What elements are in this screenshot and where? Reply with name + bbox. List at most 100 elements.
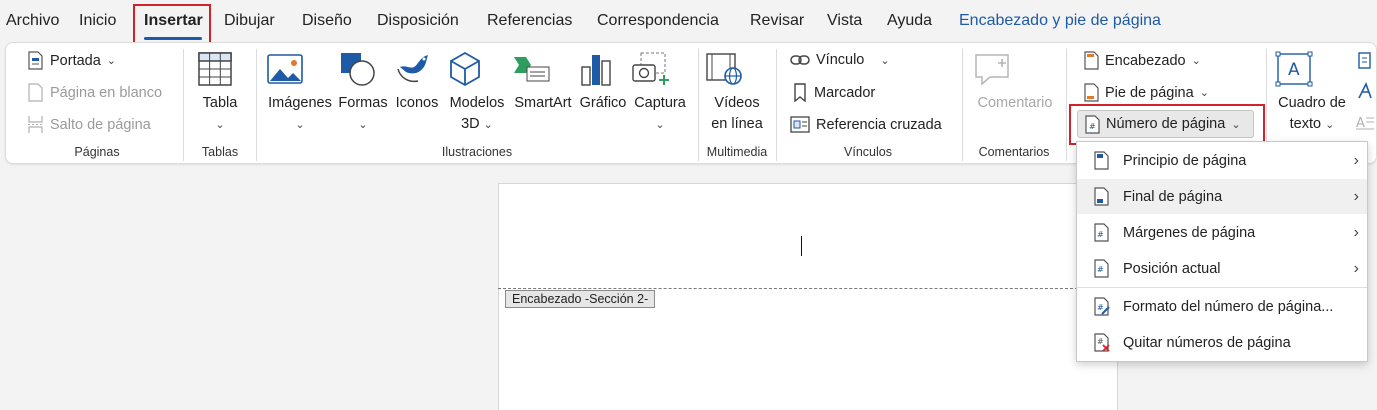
wordart-icon[interactable] [1356,81,1374,103]
menu-item-posicion-actual[interactable]: # Posición actual › [1077,251,1367,286]
menu-item-formato-numero-de-pagina[interactable]: # Formato del número de página... [1077,289,1367,324]
chevron-right-icon: › [1353,151,1359,169]
iconos-button[interactable]: Iconos [394,51,440,114]
formas-button[interactable]: Formas ⌄ [338,51,388,136]
svg-text:A: A [1288,60,1300,80]
page-margins-icon: # [1093,223,1109,245]
imagenes-button[interactable]: Imágenes ⌄ [266,51,334,136]
text-cursor [801,236,802,256]
chevron-down-icon: ⌄ [880,54,890,67]
portada-label: Portada [50,52,101,69]
salto-de-pagina-button[interactable]: Salto de página [27,115,151,134]
group-divider [776,49,777,161]
modelos-3d-button[interactable]: Modelos 3D ⌄ [446,51,508,136]
menu-item-margenes-de-pagina[interactable]: # Márgenes de página › [1077,215,1367,250]
image-icon [266,51,334,87]
group-label-ilustraciones: Ilustraciones [441,145,513,159]
header-icon [1083,51,1099,70]
cube-3d-icon [446,51,508,87]
menu-item-label: Formato del número de página... [1123,298,1334,315]
grafico-button[interactable]: Gráfico [577,51,629,114]
chevron-down-icon: ⌄ [1325,119,1335,131]
portada-button[interactable]: Portada ⌄ [27,51,116,70]
formas-label: Formas [338,95,388,111]
page-bottom-icon [1093,187,1109,209]
menu-item-quitar-numeros-de-pagina[interactable]: # Quitar números de página [1077,325,1367,360]
current-position-icon: # [1093,259,1109,281]
chevron-right-icon: › [1353,259,1359,277]
modelos-label-2: 3D [461,116,480,132]
chevron-down-icon: ⌄ [1199,87,1209,99]
comentario-label: Comentario [977,95,1053,111]
menu-item-label: Principio de página [1123,152,1247,169]
shapes-icon [338,51,388,87]
tabla-button[interactable]: Tabla ⌄ [197,51,243,136]
menu-item-final-de-pagina[interactable]: Final de página › [1077,179,1367,214]
page-top-icon [1093,151,1109,173]
tab-referencias[interactable]: Referencias [487,12,572,30]
menu-item-principio-de-pagina[interactable]: Principio de página › [1077,143,1367,178]
tab-archivo[interactable]: Archivo [6,12,59,30]
videos-en-linea-button[interactable]: Vídeos en línea [704,51,770,135]
tab-disposicion[interactable]: Disposición [377,12,459,30]
chevron-down-icon: ⌄ [1191,55,1201,67]
link-icon [790,51,810,69]
referencia-cruzada-button[interactable]: Referencia cruzada [790,115,942,134]
tab-correspondencia[interactable]: Correspondencia [597,12,719,30]
chevron-right-icon: › [1353,223,1359,241]
cuadro-label-1: Cuadro de [1278,95,1346,111]
tab-vista[interactable]: Vista [827,12,862,30]
table-icon [197,51,243,87]
drop-cap-icon[interactable]: A [1356,113,1374,134]
cross-reference-icon [790,115,810,134]
format-page-number-icon: # [1093,297,1111,319]
menu-item-label: Posición actual [1123,260,1221,277]
remove-page-numbers-icon: # [1093,333,1111,355]
group-label-vinculos: Vínculos [844,145,892,159]
videos-label-2: en línea [711,116,763,132]
menu-item-label: Márgenes de página [1123,224,1256,241]
pie-de-pagina-label: Pie de página [1105,84,1194,101]
tab-revisar[interactable]: Revisar [750,12,804,30]
cover-page-icon [27,51,44,70]
smartart-icon [511,51,575,87]
tabla-label: Tabla [202,95,238,111]
tab-diseno[interactable]: Diseño [302,12,352,30]
encabezado-button[interactable]: Encabezado ⌄ [1083,51,1201,70]
tab-encabezado-pie[interactable]: Encabezado y pie de página [959,12,1161,30]
captura-button[interactable]: Captura ⌄ [631,51,689,136]
svg-text:#: # [1097,303,1104,312]
blank-page-icon [27,83,44,102]
screenshot-camera-icon [631,51,689,87]
tab-inicio[interactable]: Inicio [79,12,116,30]
cuadro-label-2: texto [1289,116,1322,132]
svg-text:#: # [1097,265,1104,274]
group-divider [256,49,257,161]
highlight-box-numero-de-pagina [1069,104,1265,145]
menu-divider [1077,287,1367,288]
smartart-button[interactable]: SmartArt [511,51,575,114]
chevron-down-icon: ⌄ [358,119,368,131]
tab-ayuda[interactable]: Ayuda [887,12,932,30]
marcador-label: Marcador [814,84,876,101]
header-section-tag: Encabezado -Sección 2- [505,290,656,308]
imagenes-label: Imágenes [268,95,332,111]
page-number-dropdown-menu: Principio de página › Final de página › … [1076,141,1368,362]
menu-item-label: Final de página [1123,188,1223,205]
quick-parts-icon[interactable] [1356,52,1372,73]
pie-de-pagina-button[interactable]: Pie de página ⌄ [1083,83,1209,102]
marcador-button[interactable]: Marcador [792,83,875,102]
vinculo-button[interactable]: Vínculo ⌄ [790,51,890,69]
tab-dibujar[interactable]: Dibujar [224,12,275,30]
cuadro-de-texto-button[interactable]: A Cuadro de texto ⌄ [1274,51,1350,136]
comentario-button[interactable]: Comentario [972,51,1058,114]
text-box-icon: A [1274,51,1350,87]
svg-text:#: # [1097,337,1104,346]
group-divider [183,49,184,161]
pagina-en-blanco-button[interactable]: Página en blanco [27,83,162,102]
modelos-label-1: Modelos [449,95,505,111]
smartart-label: SmartArt [514,95,572,111]
pagina-en-blanco-label: Página en blanco [50,84,163,101]
group-divider [698,49,699,161]
icons-bird-icon [394,51,440,87]
